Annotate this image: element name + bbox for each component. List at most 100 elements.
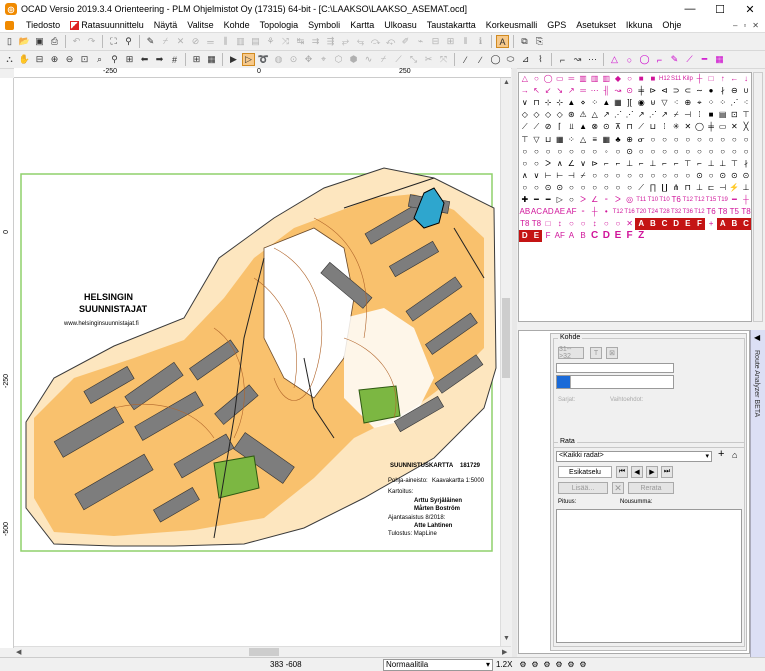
symbol-cell[interactable]: ⌿ <box>577 170 589 182</box>
symbol-cell[interactable]: ⊙ <box>740 170 751 182</box>
kohde-button-1[interactable]: 31-->32 <box>558 346 584 360</box>
symbol-cell[interactable]: D <box>670 218 682 231</box>
draw-line-icon[interactable]: ∕ <box>474 53 487 66</box>
symbol-cell[interactable]: ╳ <box>740 121 751 133</box>
edit-arrow-icon[interactable]: ▷ <box>242 53 255 66</box>
mdi-close-icon[interactable]: ✕ <box>752 21 759 30</box>
symbol-cell[interactable]: ○ <box>577 146 589 158</box>
save-icon[interactable]: ▣ <box>33 35 46 48</box>
color-edit-icon[interactable]: ✎ <box>144 35 157 48</box>
symbol-cell[interactable]: AC <box>531 206 543 218</box>
pin-icon[interactable]: ⚲ <box>122 35 135 48</box>
symbol-cell[interactable]: ⊙ <box>600 121 612 133</box>
symbol-cell[interactable]: ⁘ <box>566 133 578 145</box>
symbol-cell[interactable]: ⁘ <box>589 97 601 109</box>
draw-circle-icon[interactable]: ◯ <box>489 53 502 66</box>
symbol-cell[interactable]: ○ <box>635 170 647 182</box>
menu-app-icon[interactable] <box>0 20 21 30</box>
tool-disabled-icon[interactable]: ⤼ <box>369 35 382 48</box>
symbol-cell[interactable]: S11 <box>670 73 682 85</box>
symbol-cell[interactable]: ⊙ <box>717 170 729 182</box>
symbol-cell[interactable]: ↗ <box>600 109 612 121</box>
symbol-cell[interactable]: F <box>693 218 706 231</box>
menu-taustakartta[interactable]: Taustakartta <box>422 20 481 30</box>
kohde-color-field[interactable] <box>556 375 674 389</box>
symbol-cell[interactable]: ∤ <box>717 85 729 97</box>
symbol-cell[interactable]: AF <box>566 206 578 218</box>
symbol-cell[interactable]: AF <box>554 230 566 242</box>
scroll-thumb[interactable] <box>502 298 510 378</box>
symbol-cell[interactable]: ↗ <box>659 109 671 121</box>
symbol-cell[interactable]: ⊙ <box>729 170 741 182</box>
menu-ulkoasu[interactable]: Ulkoasu <box>379 20 422 30</box>
symbol-cell[interactable]: E <box>612 230 624 242</box>
new-course-icon[interactable]: ⌂ <box>732 450 737 460</box>
copy-icon[interactable]: ⧉ <box>518 35 531 48</box>
symbol-cell[interactable]: ⌐ <box>600 158 612 170</box>
symbol-cell[interactable]: ⁞ <box>659 121 671 133</box>
symbol-cell[interactable]: ▦ <box>554 133 566 145</box>
symbol-cell[interactable]: ○ <box>694 146 706 158</box>
symbol-cell[interactable]: ⊥ <box>705 158 717 170</box>
symbol-cell[interactable]: ⌐ <box>659 158 671 170</box>
symbol-cell[interactable]: AE <box>554 206 566 218</box>
symbol-cell[interactable]: ━ <box>729 194 741 206</box>
lasso-icon[interactable]: ➰ <box>257 53 270 66</box>
kohde-button-3[interactable]: ⊠ <box>606 347 618 359</box>
symbol-cell[interactable]: T12 <box>694 194 706 206</box>
symbol-cell[interactable]: ↖ <box>531 85 543 97</box>
symbol-cell[interactable]: ⊖ <box>729 85 741 97</box>
symbol-cell[interactable]: ⊓ <box>682 182 694 194</box>
symbol-cell[interactable]: ○ <box>694 133 706 145</box>
symbol-cell[interactable]: ○ <box>729 133 741 145</box>
symbol-cell[interactable]: T32 <box>670 206 682 218</box>
curve-icon[interactable]: ↝ <box>571 53 584 66</box>
symbol-cell[interactable]: ⁖ <box>670 97 682 109</box>
last-course-icon[interactable]: ⏭ <box>661 466 673 478</box>
symbol-cell[interactable]: ⁃ <box>577 206 589 218</box>
next-course-icon[interactable]: ▶ <box>646 466 658 478</box>
symbol-cell[interactable]: ○ <box>612 146 624 158</box>
symbol-cell[interactable]: • <box>600 206 612 218</box>
symbol-cell[interactable]: ┼ <box>589 206 601 218</box>
symbol-cell[interactable]: ↝ <box>612 85 624 97</box>
text-tool-icon[interactable]: A <box>496 35 509 48</box>
symbol-cell[interactable]: ○ <box>670 170 682 182</box>
symbol-cell[interactable]: T11 <box>635 194 647 206</box>
symbol-cell[interactable]: ⁞ <box>694 109 706 121</box>
symbol-cell[interactable]: ━ <box>531 194 543 206</box>
symbol-cell[interactable]: ⊔ <box>647 121 659 133</box>
add-course-icon[interactable]: + <box>718 448 724 460</box>
draw-rect-icon[interactable]: ⊿ <box>519 53 532 66</box>
symbol-cell[interactable]: ∧ <box>554 158 566 170</box>
preview-button[interactable]: Esikatselu <box>558 466 612 478</box>
symbol-cell[interactable]: ⊣ <box>717 182 729 194</box>
symbol-cell[interactable]: ■ <box>647 73 659 85</box>
symbol-cell[interactable]: E <box>530 230 543 243</box>
tool-disabled-icon[interactable]: ✥ <box>302 53 315 66</box>
angle-icon[interactable]: ⌐ <box>556 53 569 66</box>
symbol-cell[interactable]: ⊡ <box>729 109 741 121</box>
symbol-cell[interactable]: ○ <box>519 182 531 194</box>
symbol-cell[interactable]: T36 <box>682 206 694 218</box>
slash-symbol-icon[interactable]: ⟋ <box>683 53 696 66</box>
symbol-cell[interactable]: ⊼ <box>612 121 624 133</box>
add-button[interactable]: Lisää... <box>558 482 608 494</box>
tool-disabled-icon[interactable]: ⌿ <box>159 35 172 48</box>
tool-disabled-icon[interactable]: ⌖ <box>317 53 330 66</box>
symbol-cell[interactable]: ⊏ <box>705 182 717 194</box>
box-symbol-icon[interactable]: ▦ <box>713 53 726 66</box>
symbol-cell[interactable]: T8 <box>740 206 751 218</box>
symbol-cell[interactable]: ▷ <box>554 194 566 206</box>
symbol-cell[interactable]: ⊓ <box>624 121 636 133</box>
symbol-cell[interactable]: ⊹ <box>554 97 566 109</box>
symbol-cell[interactable]: ▥ <box>600 73 612 85</box>
tool-disabled-icon[interactable]: ⊙ <box>287 53 300 66</box>
symbol-cell[interactable]: T20 <box>635 206 647 218</box>
tool-disabled-icon[interactable]: ✕ <box>174 35 187 48</box>
layer-icon[interactable]: ⚙ <box>518 659 528 669</box>
symbol-cell[interactable]: ∏ <box>647 182 659 194</box>
tool-disabled-icon[interactable]: ▤ <box>249 35 262 48</box>
draw-curve-icon[interactable]: ⁄ <box>459 53 472 66</box>
circle2-symbol-icon[interactable]: ◯ <box>638 53 651 66</box>
